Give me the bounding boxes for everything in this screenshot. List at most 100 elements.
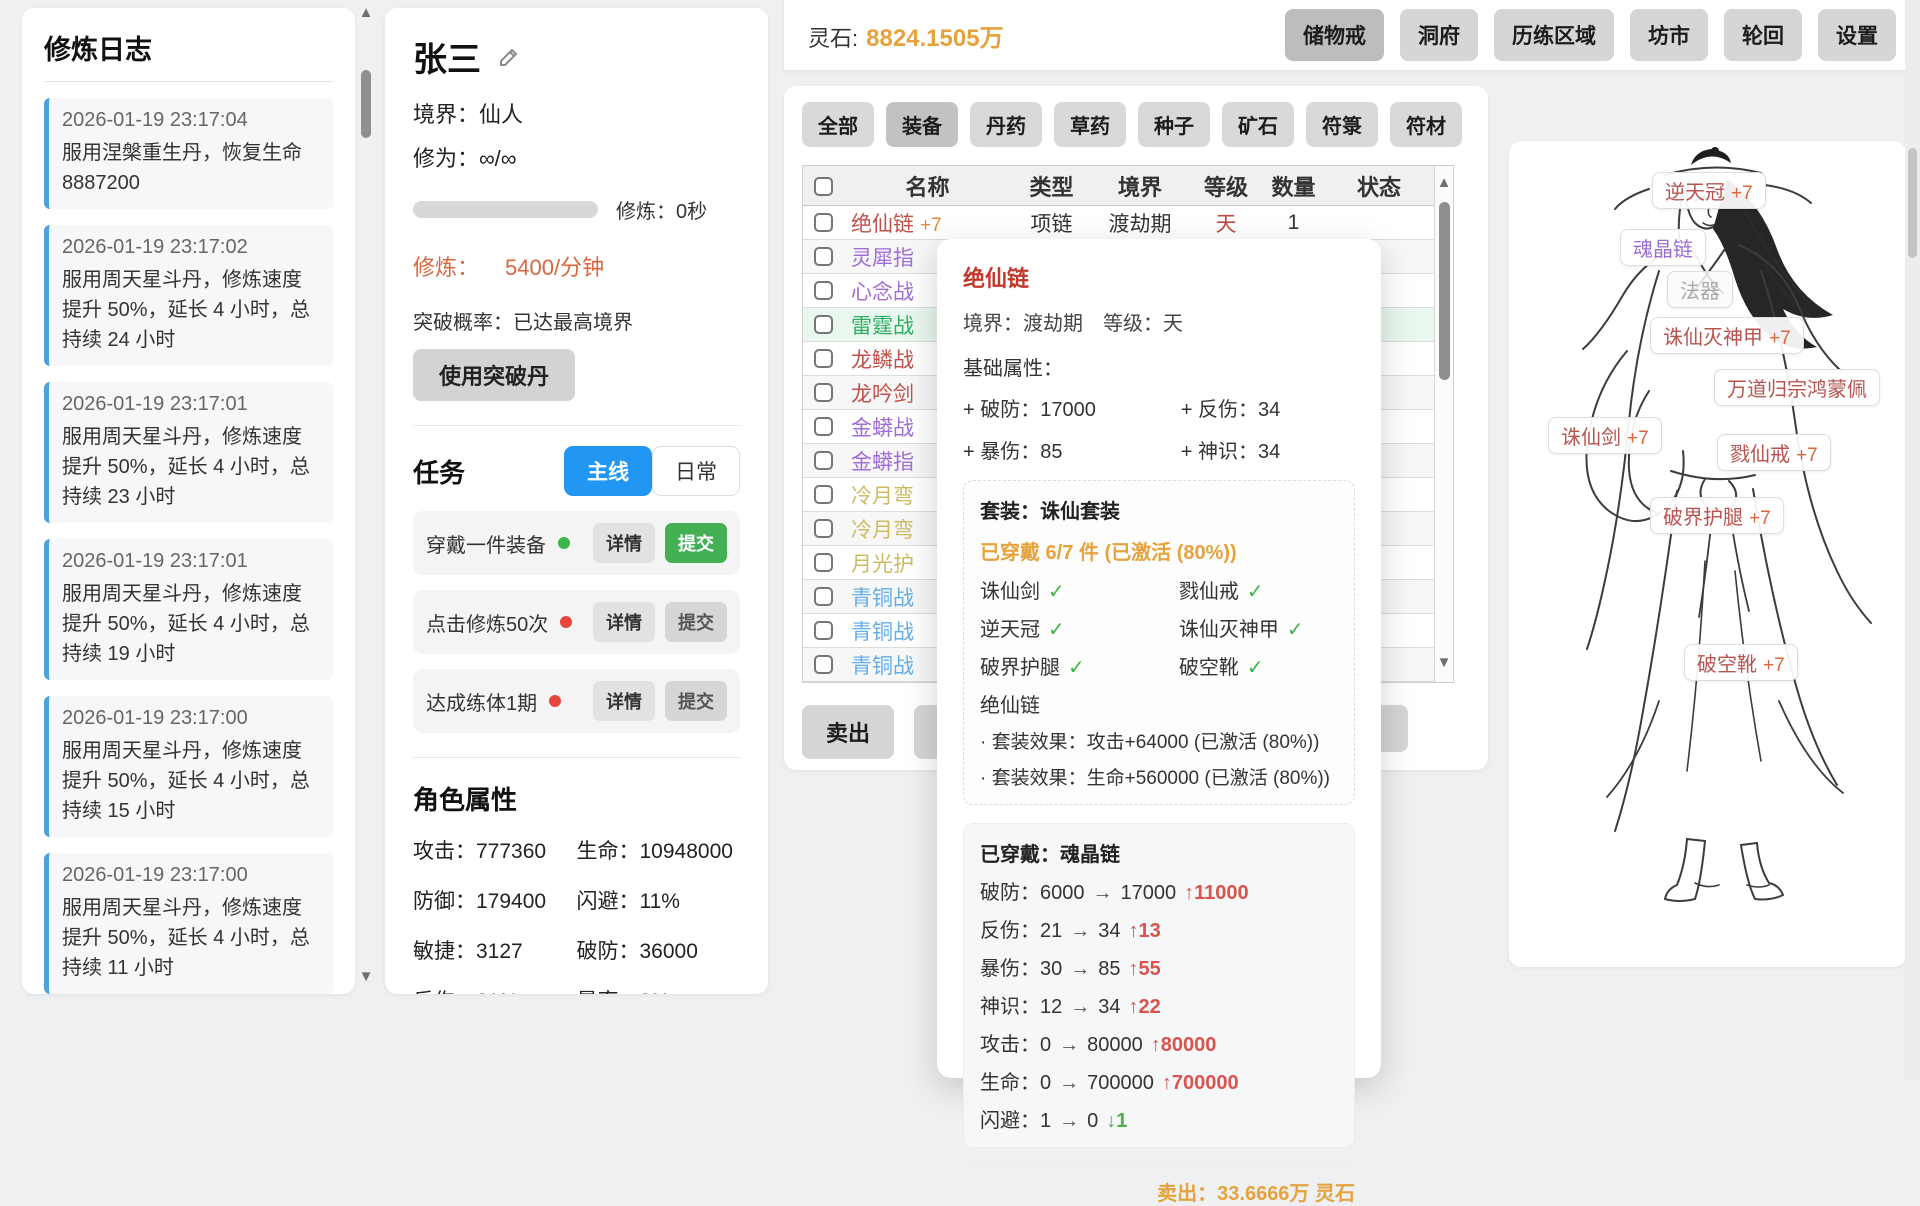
cultivation-speed-line: 修炼： 5400/分钟 <box>413 250 740 282</box>
task-tabs: 主线 日常 <box>564 446 740 496</box>
tooltip-item-name: 绝仙链 <box>963 261 1355 293</box>
sell-button[interactable]: 卖出 <box>802 705 894 759</box>
item-name: 心念战 <box>851 281 914 304</box>
page-scrollbar-thumb[interactable] <box>1908 148 1917 258</box>
task-detail-button[interactable]: 详情 <box>593 602 655 642</box>
equipment-label-chip[interactable]: 破空靴+7 <box>1684 644 1798 681</box>
task-tab[interactable]: 日常 <box>652 446 740 496</box>
set-member: 破界护腿✓ <box>980 651 1179 680</box>
speed-value: 5400/分钟 <box>505 250 604 282</box>
item-type: 项链 <box>1012 208 1091 238</box>
tooltip-base-label: 基础属性： <box>963 352 1355 381</box>
row-checkbox[interactable] <box>814 621 833 640</box>
item-name: 龙鳞战 <box>851 349 914 372</box>
table-row[interactable]: 绝仙链+7 项链 渡劫期 天 1 <box>803 206 1453 240</box>
equipment-label-chip[interactable]: 万道归宗鸿蒙佩 <box>1714 369 1880 406</box>
compare-stat: 破防：6000→17000↑11000 <box>980 876 1338 905</box>
row-checkbox[interactable] <box>814 315 833 334</box>
filter-button[interactable]: 全部 <box>802 102 874 147</box>
row-checkbox[interactable] <box>814 553 833 572</box>
arrow-right-icon: → <box>1070 958 1090 980</box>
task-label: 穿戴一件装备 <box>426 529 546 558</box>
row-checkbox[interactable] <box>814 349 833 368</box>
row-checkbox[interactable] <box>814 655 833 674</box>
nav-button[interactable]: 洞府 <box>1400 9 1478 61</box>
task-tab[interactable]: 主线 <box>564 446 652 496</box>
equipment-label-chip[interactable]: 法器 <box>1667 271 1733 308</box>
log-scrollbar[interactable]: ▲ ▼ <box>357 4 375 990</box>
equipment-label-chip[interactable]: 破界护腿+7 <box>1650 497 1784 534</box>
log-scrollbar-thumb[interactable] <box>361 70 371 138</box>
attribute-value: 暴率：8% <box>577 985 741 994</box>
scroll-up-icon[interactable]: ▲ <box>1435 174 1453 192</box>
character-panel: 张三 境界：仙人 修为：∞/∞ 修炼：0秒 修炼： 5400/分钟 突破概率：已… <box>385 8 768 994</box>
filter-button[interactable]: 草药 <box>1054 102 1126 147</box>
nav-button[interactable]: 历练区域 <box>1494 9 1614 61</box>
task-detail-button[interactable]: 详情 <box>593 681 655 721</box>
page-scrollbar[interactable] <box>1905 0 1920 1080</box>
row-checkbox[interactable] <box>814 213 833 232</box>
set-title: 套装：诛仙套装 <box>980 495 1338 524</box>
row-checkbox[interactable] <box>814 281 833 300</box>
scroll-down-icon[interactable]: ▼ <box>357 968 375 986</box>
filter-button[interactable]: 装备 <box>886 102 958 147</box>
equipment-label-chip[interactable]: 逆天冠+7 <box>1652 172 1766 209</box>
nav-button[interactable]: 坊市 <box>1630 9 1708 61</box>
use-breakthrough-pill-button[interactable]: 使用突破丹 <box>413 349 575 401</box>
scroll-up-icon[interactable]: ▲ <box>357 4 375 22</box>
log-entry-text: 服用周天星斗丹，修炼速度提升 50%，延长 4 小时，总持续 11 小时 <box>62 893 320 983</box>
col-type: 类型 <box>1012 170 1091 202</box>
scroll-down-icon[interactable]: ▼ <box>1435 654 1453 672</box>
filter-button[interactable]: 种子 <box>1138 102 1210 147</box>
cultivation-log-panel: 修炼日志 2026-01-19 23:17:04 服用涅槃重生丹，恢复生命 88… <box>22 8 355 994</box>
equipment-panel: 逆天冠+7 魂晶链 法器 诛仙灭神甲+7 万道归宗鸿蒙佩 诛仙剑+7 戮仙戒+7… <box>1509 141 1906 967</box>
arrow-right-icon: → <box>1059 1072 1079 1094</box>
task-label: 达成练体1期 <box>426 687 537 716</box>
filter-button[interactable]: 丹药 <box>970 102 1042 147</box>
table-scrollbar[interactable]: ▲ ▼ <box>1434 166 1453 682</box>
table-scrollbar-thumb[interactable] <box>1439 202 1450 380</box>
task-submit-button[interactable]: 提交 <box>665 602 727 642</box>
nav-button[interactable]: 轮回 <box>1724 9 1802 61</box>
filter-button[interactable]: 符箓 <box>1306 102 1378 147</box>
tooltip-sell-price: 卖出：33.6666万 灵石 <box>963 1162 1355 1206</box>
task-submit-button[interactable]: 提交 <box>665 681 727 721</box>
tooltip-compare-box: 已穿戴：魂晶链 破防：6000→17000↑11000 反伤：21→34↑13 … <box>963 823 1355 1148</box>
equipment-label-chip[interactable]: 诛仙灭神甲+7 <box>1650 317 1804 354</box>
row-checkbox[interactable] <box>814 519 833 538</box>
task-submit-button[interactable]: 提交 <box>665 523 727 563</box>
select-all-checkbox[interactable] <box>814 177 833 196</box>
row-checkbox[interactable] <box>814 417 833 436</box>
set-effect: · 套装效果：攻击+64000 (已激活 (80%)) <box>980 727 1338 754</box>
item-name: 青铜战 <box>851 655 914 678</box>
nav-button[interactable]: 储物戒 <box>1285 9 1384 61</box>
col-realm: 境界 <box>1091 170 1189 202</box>
row-checkbox[interactable] <box>814 587 833 606</box>
equipment-label-chip[interactable]: 诛仙剑+7 <box>1548 417 1662 454</box>
row-checkbox[interactable] <box>814 247 833 266</box>
stat-delta: ↑80000 <box>1151 1034 1217 1056</box>
arrow-right-icon: → <box>1070 996 1090 1018</box>
filter-button[interactable]: 符材 <box>1390 102 1462 147</box>
edit-name-icon[interactable] <box>497 45 521 69</box>
row-checkbox[interactable] <box>814 485 833 504</box>
base-stat: + 神识：34 <box>1181 435 1355 464</box>
log-entry-list: 2026-01-19 23:17:04 服用涅槃重生丹，恢复生命 8887200… <box>44 98 333 994</box>
compare-stat: 攻击：0→80000↑80000 <box>980 1028 1338 1057</box>
task-detail-button[interactable]: 详情 <box>593 523 655 563</box>
equipment-label-chip[interactable]: 戮仙戒+7 <box>1717 434 1831 471</box>
equipment-label-chip[interactable]: 魂晶链 <box>1620 229 1706 266</box>
row-checkbox[interactable] <box>814 451 833 470</box>
section-divider <box>413 425 740 426</box>
check-icon: ✓ <box>1068 657 1085 679</box>
check-icon: ✓ <box>1048 619 1065 641</box>
attribute-value: 攻击：777360 <box>413 835 577 865</box>
filter-button[interactable]: 矿石 <box>1222 102 1294 147</box>
character-name: 张三 <box>413 32 481 81</box>
compare-stat: 闪避：1→0↓1 <box>980 1104 1338 1133</box>
attributes-title: 角色属性 <box>413 780 740 817</box>
nav-button[interactable]: 设置 <box>1818 9 1896 61</box>
speed-label: 修炼： <box>413 250 479 282</box>
task-item: 达成练体1期 详情 提交 <box>413 669 740 733</box>
row-checkbox[interactable] <box>814 383 833 402</box>
